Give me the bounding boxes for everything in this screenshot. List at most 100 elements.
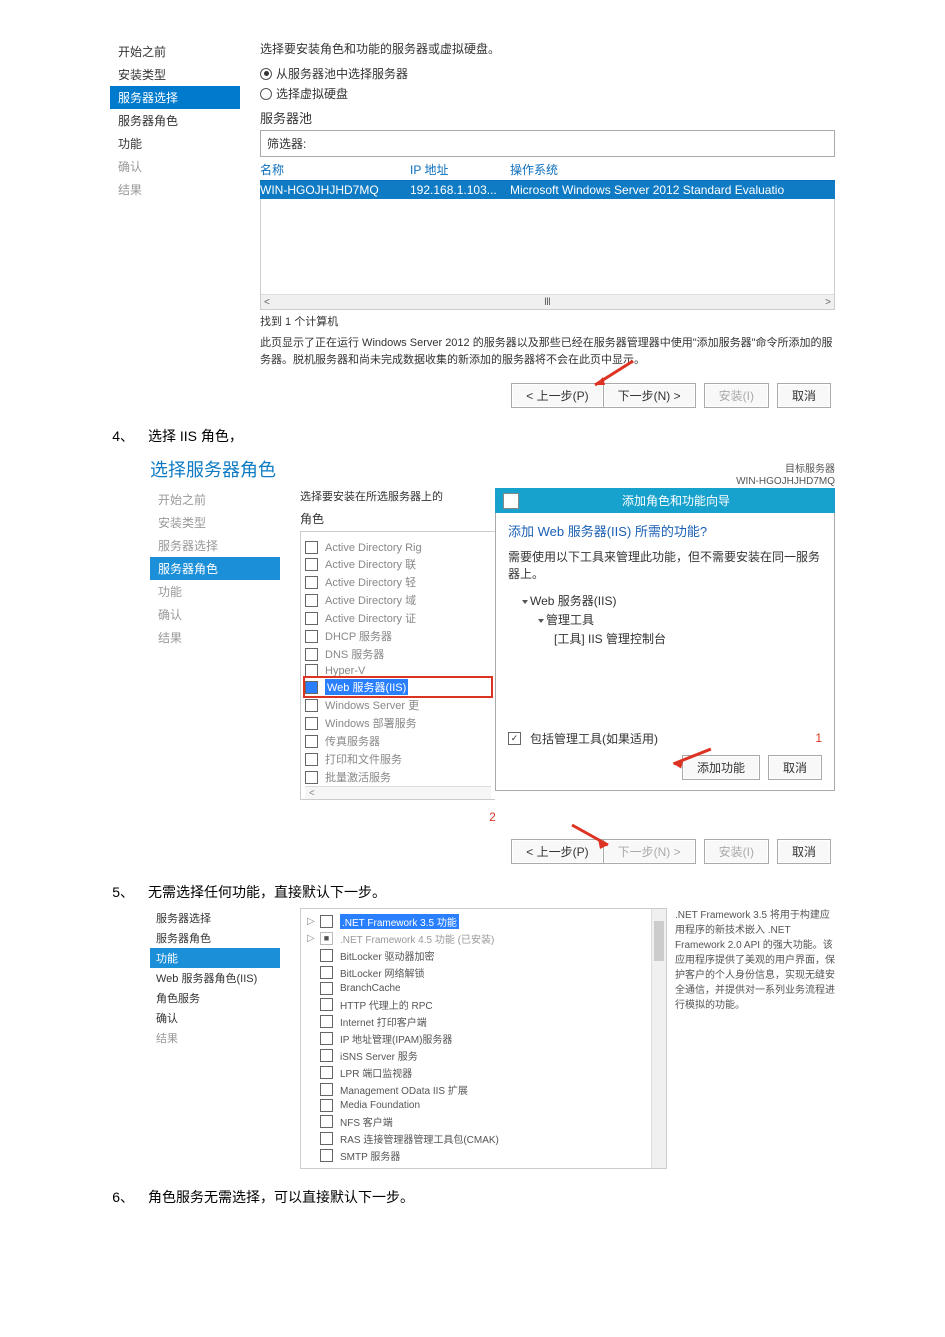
scroll-right-icon[interactable]: > [825, 297, 831, 308]
role-ad-rights[interactable]: Active Directory Rig [305, 540, 491, 555]
feature-isns[interactable]: iSNS Server 服务 [307, 1047, 660, 1064]
feature-odata-iis[interactable]: Management OData IIS 扩展 [307, 1081, 660, 1098]
role-dhcp[interactable]: DHCP 服务器 [305, 627, 491, 645]
scroll-left-icon[interactable]: < [264, 297, 270, 308]
sidebar-web-iis[interactable]: Web 服务器角色(IIS) [150, 968, 280, 988]
checkbox-icon[interactable] [305, 612, 318, 625]
sidebar-before-start[interactable]: 开始之前 [110, 40, 240, 63]
roles-list: Active Directory Rig Active Directory 联 … [305, 540, 491, 786]
feature-net35[interactable]: ▷.NET Framework 3.5 功能 [307, 913, 660, 930]
feature-ras-cmak[interactable]: RAS 连接管理器管理工具包(CMAK) [307, 1130, 660, 1147]
next-button[interactable]: 下一步(N) > [603, 383, 696, 408]
checkbox-icon[interactable] [305, 594, 318, 607]
role-ad-lightweight[interactable]: Active Directory 轻 [305, 573, 491, 591]
sidebar-install-type[interactable]: 安装类型 [110, 63, 240, 86]
expand-icon[interactable]: ▷ [307, 916, 316, 927]
vertical-scrollbar[interactable] [651, 909, 666, 1168]
checkbox-icon[interactable] [305, 630, 318, 643]
wizard-sidebar: 开始之前 安装类型 服务器选择 服务器角色 功能 确认 结果 [110, 40, 240, 408]
checkbox-icon[interactable] [320, 1132, 333, 1145]
server-table-row[interactable]: WIN-HGOJHJHD7MQ 192.168.1.103... Microso… [260, 181, 835, 199]
checkbox-icon[interactable] [320, 1032, 333, 1045]
popup-note: 需要使用以下工具来管理此功能，但不需要安装在同一服务器上。 [508, 548, 822, 582]
feature-http-proxy-rpc[interactable]: HTTP 代理上的 RPC [307, 996, 660, 1013]
role-wsus[interactable]: Windows Server 更 [305, 696, 491, 714]
feature-smtp[interactable]: SMTP 服务器 [307, 1147, 660, 1164]
checkbox-icon[interactable] [320, 998, 333, 1011]
expand-icon[interactable] [522, 600, 528, 604]
checkbox-icon[interactable] [320, 982, 333, 995]
role-ad-cert[interactable]: Active Directory 证 [305, 609, 491, 627]
add-features-button[interactable]: 添加功能 [682, 755, 760, 780]
feature-bitlocker-drive[interactable]: BitLocker 驱动器加密 [307, 947, 660, 964]
checkbox-icon[interactable] [305, 717, 318, 730]
feature-tree: Web 服务器(IIS) 管理工具 [工具] IIS 管理控制台 [522, 592, 822, 650]
checkbox-icon[interactable] [320, 1115, 333, 1128]
scroll-thumb-icon[interactable]: Ⅲ [544, 297, 551, 308]
checkbox-icon[interactable] [305, 735, 318, 748]
sidebar-server-roles[interactable]: 服务器角色 [150, 557, 280, 580]
feature-branchcache[interactable]: BranchCache [307, 981, 660, 996]
feature-bitlocker-net[interactable]: BitLocker 网络解锁 [307, 964, 660, 981]
role-fax[interactable]: 传真服务器 [305, 732, 491, 750]
checkbox-icon[interactable] [320, 1015, 333, 1028]
checkbox-icon[interactable] [305, 699, 318, 712]
checkbox-icon[interactable] [305, 541, 318, 554]
prev-button[interactable]: < 上一步(P) [511, 839, 602, 864]
sidebar-server-selection[interactable]: 服务器选择 [110, 86, 240, 109]
feature-internet-print[interactable]: Internet 打印客户端 [307, 1013, 660, 1030]
sidebar-features[interactable]: 功能 [110, 132, 240, 155]
prev-button[interactable]: < 上一步(P) [511, 383, 602, 408]
include-tools-row[interactable]: 包括管理工具(如果适用) 1 [508, 730, 822, 747]
checkbox-icon[interactable] [305, 558, 318, 571]
checkbox-icon[interactable] [320, 966, 333, 979]
th-os[interactable]: 操作系统 [510, 161, 835, 178]
sidebar-role-services[interactable]: 角色服务 [150, 988, 280, 1008]
checkbox-icon[interactable] [508, 732, 521, 745]
role-volume-activation[interactable]: 批量激活服务 [305, 768, 491, 786]
horizontal-scrollbar[interactable]: < [305, 786, 491, 799]
scroll-left-icon[interactable]: < [309, 788, 315, 799]
th-ip[interactable]: IP 地址 [410, 161, 510, 178]
checkbox-icon[interactable] [305, 648, 318, 661]
popup-cancel-button[interactable]: 取消 [768, 755, 822, 780]
checkbox-icon[interactable] [305, 681, 318, 694]
checkbox-icon[interactable] [320, 1149, 333, 1162]
expand-icon[interactable] [538, 619, 544, 623]
sidebar-server-roles[interactable]: 服务器角色 [110, 109, 240, 132]
checkbox-icon[interactable] [305, 771, 318, 784]
feature-net45[interactable]: ▷■.NET Framework 4.5 功能 (已安装) [307, 930, 660, 947]
sidebar-server-selection[interactable]: 服务器选择 [150, 908, 280, 928]
feature-ipam[interactable]: IP 地址管理(IPAM)服务器 [307, 1030, 660, 1047]
cancel-button[interactable]: 取消 [777, 383, 831, 408]
role-web-iis[interactable]: Web 服务器(IIS) [305, 678, 491, 696]
radio-virtual-disk[interactable]: 选择虚拟硬盘 [260, 85, 835, 102]
role-wds[interactable]: Windows 部署服务 [305, 714, 491, 732]
cancel-button[interactable]: 取消 [777, 839, 831, 864]
filter-input[interactable] [312, 136, 828, 152]
checkbox-icon[interactable] [320, 1049, 333, 1062]
checkbox-icon[interactable] [305, 576, 318, 589]
role-ad-federation[interactable]: Active Directory 联 [305, 555, 491, 573]
role-dns[interactable]: DNS 服务器 [305, 645, 491, 663]
checkbox-icon[interactable] [320, 1083, 333, 1096]
checkbox-icon[interactable] [320, 949, 333, 962]
sidebar-features[interactable]: 功能 [150, 948, 280, 968]
checkbox-icon[interactable] [305, 753, 318, 766]
role-print-file[interactable]: 打印和文件服务 [305, 750, 491, 768]
feature-media-foundation[interactable]: Media Foundation [307, 1098, 660, 1113]
th-name[interactable]: 名称 [260, 161, 410, 178]
role-ad-domain[interactable]: Active Directory 域 [305, 591, 491, 609]
horizontal-scrollbar[interactable]: < Ⅲ > [261, 294, 834, 309]
checkbox-icon[interactable] [305, 664, 318, 677]
checkbox-icon[interactable] [320, 1099, 333, 1112]
expand-icon[interactable]: ▷ [307, 933, 316, 944]
checkbox-icon[interactable] [320, 915, 333, 928]
checkbox-icon[interactable] [320, 1066, 333, 1079]
feature-lpr[interactable]: LPR 端口监视器 [307, 1064, 660, 1081]
feature-nfs-client[interactable]: NFS 客户端 [307, 1113, 660, 1130]
sidebar-confirm[interactable]: 确认 [150, 1008, 280, 1028]
radio-server-pool[interactable]: 从服务器池中选择服务器 [260, 65, 835, 82]
sidebar-server-roles[interactable]: 服务器角色 [150, 928, 280, 948]
role-hyperv[interactable]: Hyper-V [305, 663, 491, 678]
